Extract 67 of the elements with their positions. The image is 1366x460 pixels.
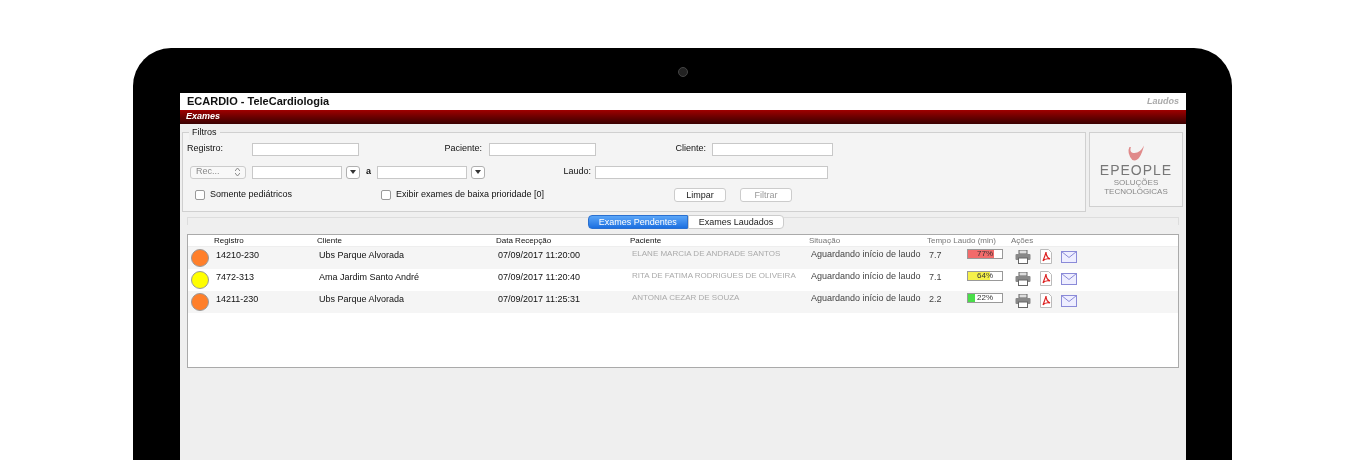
table-cell-text: Aguardando início de laudo	[810, 271, 922, 281]
checkbox[interactable]	[381, 190, 391, 200]
text-field[interactable]	[252, 165, 342, 179]
column-header[interactable]: Ações	[1009, 234, 1169, 247]
pdf-file-icon[interactable]	[1040, 249, 1052, 264]
tab[interactable]: Exames Pendentes	[587, 215, 688, 229]
table-cell-text: Ubs Parque Alvorada	[318, 249, 406, 262]
table-cell-text: 07/09/2017 11:20:00	[497, 249, 581, 262]
column-header[interactable]: Cliente	[315, 234, 494, 247]
printer-icon[interactable]	[1015, 293, 1031, 308]
table-cell-text: 07/09/2017 11:20:40	[497, 271, 581, 284]
envelope-icon[interactable]	[1061, 294, 1077, 307]
table-cell-text: 7472-313	[215, 271, 256, 284]
table-cell-text: ANTONIA CEZAR DE SOUZA	[631, 293, 741, 303]
pdf-file-icon[interactable]	[1040, 293, 1052, 308]
caret-icon	[350, 170, 356, 174]
table-cell-text: RITA DE FATIMA RODRIGUES DE OLIVEIRA	[631, 271, 797, 281]
logo-tagline: SOLUÇÕES TECNOLÓGICAS	[1103, 177, 1169, 196]
table-cell-text: Ubs Parque Alvorada	[318, 293, 406, 306]
camera-icon	[678, 67, 688, 77]
table-cell-text: 7.1	[928, 271, 943, 284]
dropdown-button[interactable]	[471, 165, 485, 179]
pdf-file-icon[interactable]	[1040, 271, 1052, 286]
column-header[interactable]: Data Recepção	[494, 234, 628, 247]
progress-label: 77%	[976, 250, 994, 258]
text-field[interactable]	[595, 165, 828, 179]
table-cell-text: 07/09/2017 11:25:31	[497, 293, 581, 306]
progress-label: 22%	[976, 294, 994, 302]
field-label: Cliente:	[674, 142, 707, 156]
table-cell-text: 7.7	[928, 249, 943, 262]
printer-icon[interactable]	[1015, 249, 1031, 264]
text-field[interactable]	[712, 142, 833, 156]
checkbox[interactable]	[195, 190, 205, 200]
envelope-icon[interactable]	[1061, 272, 1077, 285]
column-header[interactable]: Paciente	[628, 234, 807, 247]
table-cell-text: 14211-230	[215, 293, 260, 306]
column-header[interactable]: Tempo Laudo (min)	[925, 234, 1009, 247]
range-separator: a	[365, 165, 372, 179]
column-header[interactable]: Situação	[807, 234, 925, 247]
filters-legend: Filtros	[189, 126, 220, 140]
caret-icon	[475, 170, 481, 174]
field-label: Laudo:	[562, 165, 592, 179]
table-cell-text: 2.2	[928, 293, 943, 306]
section-title: Laudos	[1147, 94, 1179, 108]
printer-icon[interactable]	[1015, 271, 1031, 286]
table-cell-text: Aguardando início de laudo	[810, 249, 922, 259]
table-cell-text: Aguardando início de laudo	[810, 293, 922, 303]
table-cell-text: 14210-230	[215, 249, 261, 262]
action-button[interactable]: Limpar	[674, 188, 727, 202]
stepper-icon	[235, 168, 240, 176]
field-label: Registro:	[187, 142, 224, 156]
column-header[interactable]: Registro	[212, 234, 315, 247]
date-type-select[interactable]: Rec...	[190, 165, 246, 179]
table-cell-text: ELANE MARCIA DE ANDRADE SANTOS	[631, 249, 782, 259]
menu-label[interactable]: Exames	[186, 110, 221, 124]
text-field[interactable]	[489, 142, 596, 156]
logo-name: EPEOPLE	[1099, 162, 1173, 177]
field-label: Paciente:	[443, 142, 483, 156]
table-cell-text: Ama Jardim Santo André	[318, 271, 421, 284]
text-field[interactable]	[377, 165, 467, 179]
checkbox-label: Exibir exames de baixa prioridade [0]	[396, 188, 545, 202]
dropdown-button[interactable]	[346, 165, 360, 179]
envelope-icon[interactable]	[1061, 250, 1077, 263]
tab[interactable]: Exames Laudados	[687, 215, 785, 229]
checkbox-label: Somente pediátricos	[210, 188, 293, 202]
window-title: ECARDIO - TeleCardiologia	[187, 94, 330, 110]
text-field[interactable]	[252, 142, 359, 156]
